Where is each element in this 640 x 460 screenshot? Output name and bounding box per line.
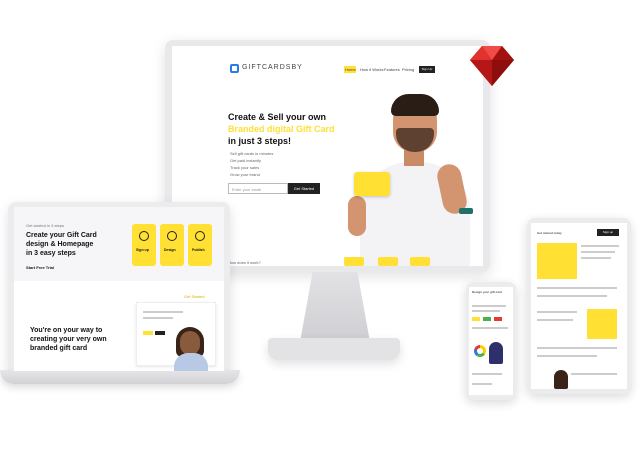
step-tile	[410, 257, 430, 266]
publish-icon	[195, 231, 205, 241]
how-it-works-heading: How does it work?	[228, 260, 261, 265]
laptop-screen: Get started in 3 steps Create your Gift …	[14, 207, 224, 371]
text-line	[472, 327, 508, 329]
step-card-signup[interactable]: Sign up	[132, 224, 156, 266]
text-line	[581, 245, 619, 247]
step-card-design[interactable]: Design	[160, 224, 184, 266]
hero-person-hand	[348, 196, 366, 236]
step-label: Publish	[192, 248, 205, 252]
brush-icon	[167, 231, 177, 241]
tablet-signup-button[interactable]: Sign up	[597, 229, 619, 236]
hero-headline-line3: in just 3 steps!	[228, 136, 292, 146]
hero-headline-line1: Create & Sell your own	[228, 112, 327, 122]
hero-bullet: Sell gift cards in minutes	[230, 151, 274, 156]
laptop-base	[0, 370, 240, 384]
pie-chart-icon	[474, 345, 486, 357]
text-line	[143, 311, 183, 313]
logo-text[interactable]: GIFTCARDSBY	[242, 64, 303, 71]
laptop-subheadline-line: creating your very own	[30, 336, 107, 343]
monitor-navbar	[172, 46, 483, 76]
nav-item-pricing[interactable]: Pricing	[402, 67, 414, 72]
monitor-stand-neck	[300, 272, 370, 342]
laptop-subheadline-line: You're on your way to	[30, 327, 103, 334]
text-line	[537, 295, 607, 297]
hero-person-hair	[391, 94, 439, 116]
text-line	[472, 310, 500, 312]
email-input[interactable]: Enter your email	[228, 183, 288, 194]
color-swatch	[155, 331, 165, 335]
user-icon	[139, 231, 149, 241]
start-free-trial-link[interactable]: Start Free Trial	[26, 265, 54, 270]
text-line	[472, 383, 492, 385]
laptop-headline: Create your Gift Card design & Homepage …	[26, 231, 97, 258]
color-swatch	[494, 317, 502, 321]
laptop-headline-line: design & Homepage	[26, 241, 94, 248]
gift-card-image	[354, 172, 390, 196]
laptop-headline-line: in 3 easy steps	[26, 250, 76, 257]
tablet-person-image	[554, 370, 568, 389]
nav-item-home[interactable]: Home	[345, 67, 356, 72]
hero-bullet: Grow your brand	[230, 172, 260, 177]
color-swatch	[472, 317, 480, 321]
text-line	[537, 311, 577, 313]
hero-bullet: Track your sales	[230, 165, 260, 170]
hero-bullet: Get paid instantly	[230, 158, 261, 163]
laptop-subheadline-line: branded gift card	[30, 345, 88, 352]
laptop-kicker: Get started in 3 steps	[26, 223, 65, 228]
text-line	[143, 317, 173, 319]
tablet-card-image	[587, 309, 617, 339]
text-line	[472, 373, 502, 375]
laptop-card-label: Get Started	[184, 294, 205, 299]
woman-body	[174, 353, 208, 371]
step-label: Sign up	[136, 248, 149, 252]
monitor-stand-base	[268, 338, 400, 360]
logo-icon	[230, 64, 239, 73]
step-tile	[378, 257, 398, 266]
nav-signup-button[interactable]: Sign Up	[419, 66, 435, 73]
color-swatch	[143, 331, 153, 335]
nav-item-how-it-works[interactable]: How it Works	[360, 67, 383, 72]
step-label: Design	[164, 248, 176, 252]
text-line	[537, 355, 597, 357]
hero-headline-line2: Branded digital Gift Card	[228, 124, 335, 134]
step-tile	[344, 257, 364, 266]
get-started-button[interactable]: Get Started	[288, 183, 320, 194]
watch-icon	[459, 208, 473, 214]
ruby-gem-icon	[470, 46, 514, 86]
color-swatch	[483, 317, 491, 321]
tablet-hero-image	[537, 243, 577, 279]
text-line	[537, 347, 617, 349]
woman-head	[180, 331, 200, 355]
text-line	[581, 257, 611, 259]
text-line	[581, 251, 615, 253]
step-card-publish[interactable]: Publish	[188, 224, 212, 266]
phone-person-image	[489, 342, 503, 364]
tablet-title: Get started today	[537, 231, 562, 235]
text-line	[472, 305, 506, 307]
laptop-subheadline: You're on your way to creating your very…	[30, 326, 107, 353]
phone-screen: Design your gift card	[469, 287, 513, 395]
text-line	[537, 319, 573, 321]
text-line	[537, 287, 617, 289]
text-line	[571, 373, 617, 375]
laptop-headline-line: Create your Gift Card	[26, 232, 97, 239]
phone-title: Design your gift card	[472, 290, 503, 294]
tablet-screen: Get started today Sign up	[531, 223, 627, 389]
nav-item-features[interactable]: Features	[384, 67, 400, 72]
